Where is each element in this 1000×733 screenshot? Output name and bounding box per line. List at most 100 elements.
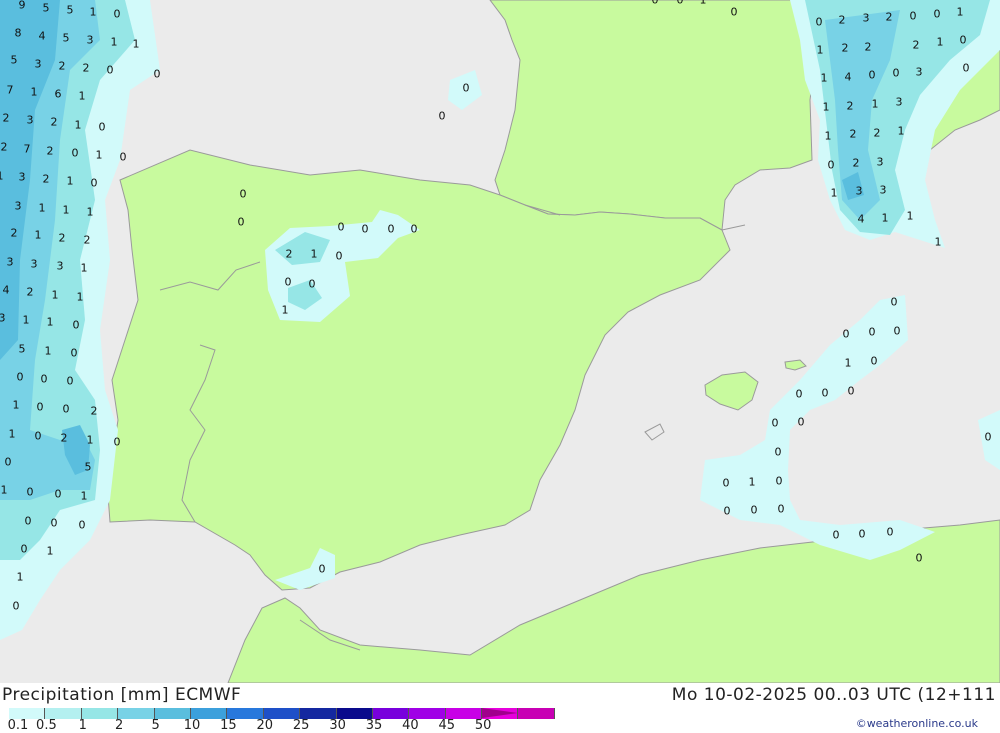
precip-value-label: 9 [19,0,26,12]
precip-value-label: 3 [0,312,6,325]
precip-value-label: 0 [859,528,866,541]
precip-value-label: 1 [81,262,88,275]
precip-value-label: 8 [15,27,22,40]
precip-value-label: 1 [35,229,42,242]
precip-value-label: 0 [27,486,34,499]
precip-value-label: 1 [79,90,86,103]
precip-value-label: 1 [17,571,24,584]
precip-value-label: 2 [913,39,920,52]
precip-value-label: 5 [11,54,18,67]
precip-value-label: 3 [31,258,38,271]
precip-value-label: 0 [37,401,44,414]
scale-swatch [518,708,555,719]
precip-value-label: 1 [47,316,54,329]
precip-value-label: 2 [839,14,846,27]
precip-value-label: 5 [63,32,70,45]
precip-value-label: 0 [778,503,785,516]
precip-value-label: 0 [891,296,898,309]
precip-value-label: 0 [843,328,850,341]
precip-value-label: 3 [27,114,34,127]
precip-value-label: 0 [338,221,345,234]
precip-value-label: 1 [75,119,82,132]
scale-tick-label: 35 [365,718,383,733]
scale-tick-label: 25 [292,718,310,733]
precip-value-label: 0 [724,505,731,518]
precip-value-label: 3 [877,156,884,169]
precip-value-label: 0 [893,67,900,80]
precip-value-label: 3 [7,256,14,269]
precip-value-label: 2 [865,41,872,54]
precip-value-label: 0 [63,403,70,416]
precip-value-label: 1 [898,125,905,138]
precip-value-label: 1 [67,175,74,188]
precip-value-label: 0 [798,416,805,429]
precip-value-label: 1 [749,476,756,489]
precip-value-label: 0 [362,223,369,236]
precip-value-label: 3 [856,185,863,198]
precip-value-label: 1 [23,314,30,327]
precip-value-label: 6 [55,88,62,101]
precip-value-label: 1 [13,399,20,412]
precip-value-label: 0 [99,121,106,134]
legend-footer: Precipitation [mm] ECMWF Mo 10-02-2025 0… [0,683,1000,733]
precip-value-label: 3 [896,96,903,109]
precip-value-label: 0 [652,0,659,7]
precip-value-label: 1 [907,210,914,223]
precip-value-label: 2 [886,11,893,24]
precip-value-label: 3 [916,66,923,79]
precip-value-label: 2 [91,405,98,418]
precip-value-label: 0 [17,371,24,384]
precip-value-label: 1 [282,304,289,317]
precip-value-label: 0 [79,519,86,532]
precip-value-label: 0 [963,62,970,75]
precip-value-label: 1 [831,187,838,200]
precip-value-label: 0 [240,188,247,201]
scale-tick-label: 50 [474,718,492,733]
precip-value-label: 2 [47,145,54,158]
precip-value-label: 0 [71,347,78,360]
precip-value-label: 1 [821,72,828,85]
precip-value-label: 0 [833,529,840,542]
precip-value-label: 2 [83,62,90,75]
precip-value-label: 5 [43,2,50,15]
precip-value-label: 0 [72,147,79,160]
precip-value-label: 0 [285,276,292,289]
precip-value-label: 3 [87,34,94,47]
precip-value-label: 0 [411,223,418,236]
scale-tick-label: 5 [151,718,160,733]
precip-value-label: 0 [55,488,62,501]
precip-value-label: 5 [19,343,26,356]
precip-value-label: 1 [90,6,97,19]
credit-link[interactable]: ©weatheronline.co.uk [856,717,978,730]
precip-value-label: 1 [0,170,4,183]
scale-tick-label: 15 [220,718,237,733]
precip-value-label: 2 [850,128,857,141]
precip-value-label: 2 [51,116,58,129]
precip-value-label: 0 [871,355,878,368]
precip-value-label: 0 [816,16,823,29]
precip-value-label: 0 [463,82,470,95]
scale-tick-label: 30 [329,718,346,733]
precip-value-label: 0 [828,159,835,172]
precip-value-label: 0 [73,319,80,332]
precip-value-label: 0 [916,552,923,565]
precip-value-label: 1 [45,345,52,358]
precip-value-label: 0 [960,34,967,47]
precip-value-label: 0 [848,385,855,398]
precipitation-map[interactable]: 9 5 5 1 0 8 4 5 3 1 1 5 3 2 2 0 0 7 1 6 1 2 3 2 1 0 2 7 2 0 1 0 1 3 2 1 0 3 1 1… [0,0,1000,684]
precip-value-label: 0 [154,68,161,81]
precip-value-label: 0 [13,600,20,613]
precip-value-label: 1 [39,202,46,215]
precip-value-label: 3 [19,171,26,184]
precip-value-label: 3 [15,200,22,213]
precip-value-label: 1 [31,86,38,99]
precip-value-label: 0 [822,387,829,400]
precip-value-label: 7 [24,143,31,156]
precip-value-label: 3 [35,58,42,71]
precip-value-label: 0 [887,526,894,539]
precip-value-label: 1 [96,149,103,162]
scale-tick-label: 2 [115,718,124,733]
precip-value-label: 0 [894,325,901,338]
precip-value-label: 0 [772,417,779,430]
precip-value-label: 4 [858,213,865,226]
